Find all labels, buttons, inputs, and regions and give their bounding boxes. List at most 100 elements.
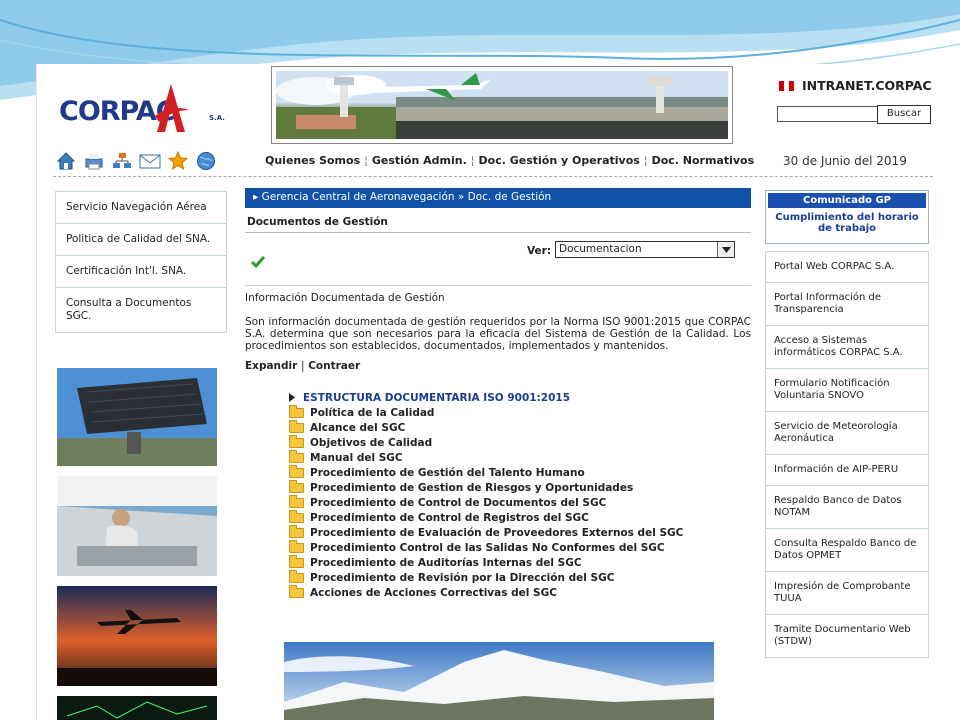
nav-separator: ¦ [364,154,368,167]
logo-suffix: S.A. [209,114,225,122]
radar-photo [57,368,217,466]
folder-icon [289,509,304,523]
nav-separator: ¦ [470,154,475,167]
tree-item[interactable]: Procedimiento de Evaluación de Proveedor… [289,524,751,540]
intranet-title: INTRANET.CORPAC [779,78,932,93]
comunicado-box[interactable]: Comunicado GP Cumplimiento del horario d… [765,190,929,244]
right-menu-item[interactable]: Impresión de Comprobante TUUA [765,571,929,615]
peru-flag-icon [779,81,794,91]
content-divider [245,285,751,286]
mountain-photo [284,642,714,720]
folder-icon [289,419,304,433]
ver-selected-value: Documentacion [559,243,642,255]
info-body: Son información documentada de gestión r… [245,316,751,352]
logo-mark-icon [155,84,189,132]
left-menu-item[interactable]: Certificación Int'l. SNA. [55,255,227,288]
top-navigation: Quienes Somos ¦ Gestión Admin. ¦ Doc. Gestió… [265,154,754,167]
page-container: CORPAC S.A. INTRANET.CORPAC Buscar Quien… [36,64,935,720]
checkmark-icon [251,256,265,268]
right-sidebar: Comunicado GP Cumplimiento del horario d… [765,190,929,658]
right-menu-item[interactable]: Servicio de Meteorología Aeronáutica [765,411,929,455]
info-title: Información Documentada de Gestión [245,292,445,304]
right-menu-item[interactable]: Portal Web CORPAC S.A. [765,251,929,283]
airport-banner-image [276,71,728,139]
nav-gestion-admin[interactable]: Gestión Admin. [372,154,467,167]
folder-icon [289,524,304,538]
corpac-logo[interactable]: CORPAC S.A. [59,82,239,142]
right-menu-item[interactable]: Tramite Documentario Web (STDW) [765,614,929,658]
radar-screen-photo [57,696,217,720]
tree-root[interactable]: ESTRUCTURA DOCUMENTARIA ISO 9001:2015 [289,390,751,405]
mail-icon[interactable] [139,150,161,172]
expand-separator: | [300,360,305,372]
left-menu-item[interactable]: Politica de Calidad del SNA. [55,223,227,256]
folder-icon [289,494,304,508]
folder-icon [289,584,304,598]
folder-icon [289,434,304,448]
header-banner [271,66,733,144]
control-tower-photo [57,476,217,576]
nav-separator: ¦ [643,154,648,167]
tree-item[interactable]: Procedimiento de Control de Documentos d… [289,494,751,510]
right-menu-item[interactable]: Portal Información de Transparencia [765,282,929,326]
airplane-sunset-photo [57,586,217,686]
nav-doc-gestion-operativos[interactable]: Doc. Gestión y Operativos [479,154,640,167]
globe-icon[interactable] [195,150,217,172]
breadcrumb: ▸ Gerencia Central de Aeronavegación » D… [245,188,751,208]
comunicado-body[interactable]: Cumplimiento del horario de trabajo [768,212,926,234]
expand-controls: Expandir | Contraer [245,360,751,372]
collapse-link[interactable]: Contraer [308,360,360,372]
ver-label: Ver: [527,245,552,257]
page-title: Documentos de Gestión [245,208,751,233]
folder-icon [289,569,304,583]
toolbar-icons [55,150,217,172]
ver-select[interactable]: Documentacion [555,241,735,258]
ver-row: Ver: Documentacion [245,241,751,268]
right-menu-item[interactable]: Información de AIP-PERU [765,454,929,486]
tree-item[interactable]: Acciones de Acciones Correctivas del SGC [289,584,751,600]
folder-icon [289,464,304,478]
right-menu-item[interactable]: Consulta Respaldo Banco de Datos OPMET [765,528,929,572]
tree-item[interactable]: Procedimiento de Revisión por la Direcci… [289,569,751,585]
current-date: 30 de Junio del 2019 [783,154,907,168]
folder-icon [289,449,304,463]
tree-root-label: ESTRUCTURA DOCUMENTARIA ISO 9001:2015 [303,391,570,404]
chevron-down-icon[interactable] [717,242,734,257]
nav-quienes-somos[interactable]: Quienes Somos [265,154,360,167]
folder-icon [289,479,304,493]
tree-item[interactable]: Procedimiento de Auditorías Internas del… [289,554,751,570]
folder-icon [289,554,304,568]
nav-doc-normativos[interactable]: Doc. Normativos [652,154,755,167]
breadcrumb-text[interactable]: Gerencia Central de Aeronavegación » Doc… [262,191,552,203]
left-menu: Servicio Navegación Aérea Politica de Ca… [55,191,227,333]
right-menu-item[interactable]: Acceso a Sistemas informáticos CORPAC S.… [765,325,929,369]
document-tree: ESTRUCTURA DOCUMENTARIA ISO 9001:2015 Po… [289,390,751,600]
home-icon[interactable] [55,150,77,172]
left-photo-column [57,368,217,720]
comunicado-title: Comunicado GP [768,193,926,208]
search-input[interactable] [777,106,878,122]
tree-item[interactable]: Procedimiento Control de las Salidas No … [289,539,751,555]
folder-icon [289,539,304,553]
folder-icon [289,404,304,418]
sitemap-icon[interactable] [111,150,133,172]
right-menu-item[interactable]: Respaldo Banco de Datos NOTAM [765,485,929,529]
tree-item[interactable]: Procedimiento de Gestión del Talento Hum… [289,464,751,480]
tree-item[interactable]: Política de la Calidad [289,404,751,420]
star-icon[interactable] [167,150,189,172]
right-menu-item[interactable]: Formulario Notificación Voluntaria SNOVO [765,368,929,412]
tree-item[interactable]: Procedimiento de Control de Registros de… [289,509,751,525]
tree-item[interactable]: Objetivos de Calidad [289,434,751,450]
tree-item[interactable]: Alcance del SGC [289,419,751,435]
search-button[interactable]: Buscar [877,105,931,124]
left-menu-item[interactable]: Servicio Navegación Aérea [55,191,227,224]
main-content: ▸ Gerencia Central de Aeronavegación » D… [245,188,751,600]
expand-link[interactable]: Expandir [245,360,297,372]
breadcrumb-arrow-icon: ▸ [253,191,259,203]
triangle-right-icon [289,393,295,402]
tree-item[interactable]: Procedimiento de Gestion de Riesgos y Op… [289,479,751,495]
printer-icon[interactable] [83,150,105,172]
left-menu-item[interactable]: Consulta a Documentos SGC. [55,287,227,333]
header-divider [53,176,933,177]
tree-item[interactable]: Manual del SGC [289,449,751,465]
